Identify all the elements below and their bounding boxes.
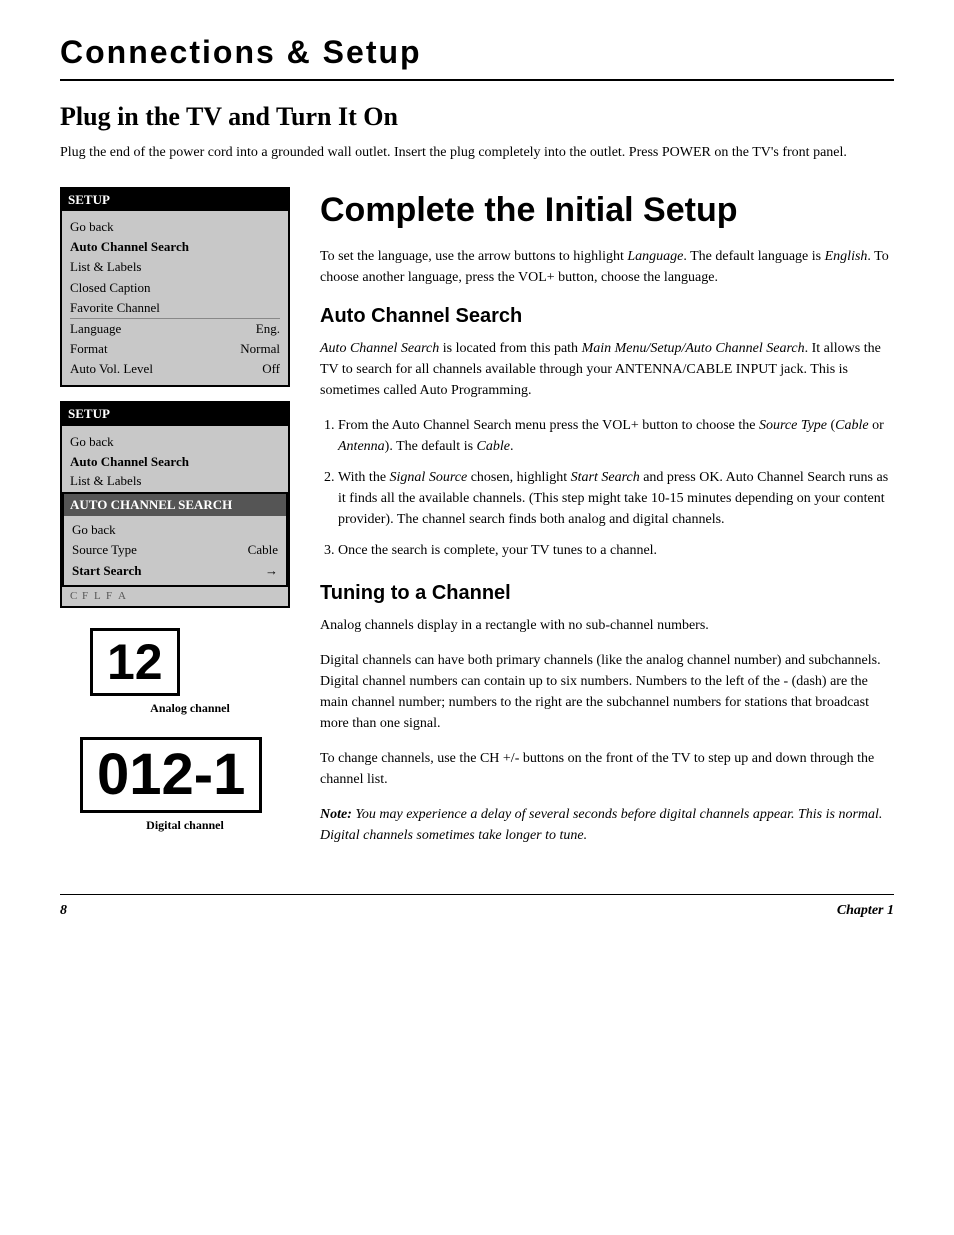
tuning-title: Tuning to a Channel bbox=[320, 579, 894, 607]
main-layout: SETUP Go back Auto Channel Search List &… bbox=[60, 187, 894, 854]
step-3: Once the search is complete, your TV tun… bbox=[338, 540, 894, 561]
menu2-clipped-items: C F L F A bbox=[62, 587, 288, 606]
submenu-title: AUTO CHANNEL SEARCH bbox=[64, 494, 286, 516]
analog-channel-label: Analog channel bbox=[90, 700, 290, 717]
plug-section-title: Plug in the TV and Turn It On bbox=[60, 99, 894, 135]
complete-setup-intro: To set the language, use the arrow butto… bbox=[320, 246, 894, 288]
digital-channel-label: Digital channel bbox=[80, 817, 290, 834]
auto-channel-steps: From the Auto Channel Search menu press … bbox=[338, 415, 894, 561]
tuning-para2: Digital channels can have both primary c… bbox=[320, 650, 894, 734]
digital-channel-box: 012-1 bbox=[80, 737, 262, 813]
auto-channel-search-title: Auto Channel Search bbox=[320, 302, 894, 330]
menu1-item-format: FormatNormal bbox=[70, 339, 280, 359]
right-column: Complete the Initial Setup To set the la… bbox=[320, 187, 894, 854]
tuning-para3: To change channels, use the CH +/- butto… bbox=[320, 748, 894, 790]
setup-menu-1-body: Go back Auto Channel Search List & Label… bbox=[62, 211, 288, 386]
setup-menu-1-title: SETUP bbox=[62, 189, 288, 211]
analog-channel-display: 12 Analog channel bbox=[90, 628, 290, 717]
submenu-startsearch: Start Search→ bbox=[72, 561, 278, 581]
tuning-note: Note: You may experience a delay of seve… bbox=[320, 804, 894, 846]
analog-channel-box: 12 bbox=[90, 628, 180, 696]
step-1: From the Auto Channel Search menu press … bbox=[338, 415, 894, 457]
complete-setup-title: Complete the Initial Setup bbox=[320, 187, 894, 235]
setup-menu-2-body: Go back Auto Channel Search List & Label… bbox=[62, 426, 288, 494]
digital-channel-display: 012-1 Digital channel bbox=[80, 737, 290, 834]
menu1-item-fav: Favorite Channel bbox=[70, 298, 280, 318]
submenu-sourcetype: Source TypeCable bbox=[72, 540, 278, 560]
footer-chapter: Chapter 1 bbox=[837, 901, 894, 921]
footer-page-number: 8 bbox=[60, 901, 67, 921]
setup-menu-2: SETUP Go back Auto Channel Search List &… bbox=[60, 401, 290, 608]
menu1-item-autosearch: Auto Channel Search bbox=[70, 237, 280, 257]
menu2-item-listlabels-partial: List & Labels bbox=[70, 472, 280, 488]
page-footer: 8 Chapter 1 bbox=[60, 894, 894, 921]
menu1-item-language: LanguageEng. bbox=[70, 318, 280, 339]
plug-section-body: Plug the end of the power cord into a gr… bbox=[60, 143, 894, 163]
submenu-overlay: AUTO CHANNEL SEARCH Go back Source TypeC… bbox=[62, 492, 288, 587]
menu1-item-autovol: Auto Vol. LevelOff bbox=[70, 359, 280, 379]
setup-menu-2-area: SETUP Go back Auto Channel Search List &… bbox=[60, 401, 290, 608]
menu2-item-autosearch: Auto Channel Search bbox=[70, 452, 280, 472]
tuning-para1: Analog channels display in a rectangle w… bbox=[320, 615, 894, 636]
setup-menu-1: SETUP Go back Auto Channel Search List &… bbox=[60, 187, 290, 388]
menu1-item-goback: Go back bbox=[70, 217, 280, 237]
auto-channel-search-intro: Auto Channel Search is located from this… bbox=[320, 338, 894, 401]
menu1-item-listlabels: List & Labels bbox=[70, 257, 280, 277]
left-column: SETUP Go back Auto Channel Search List &… bbox=[60, 187, 290, 854]
page-header: Connections & Setup bbox=[60, 30, 894, 81]
menu1-item-cc: Closed Caption bbox=[70, 278, 280, 298]
page-title: Connections & Setup bbox=[60, 30, 894, 75]
submenu-body: Go back Source TypeCable Start Search→ bbox=[64, 516, 286, 585]
submenu-goback: Go back bbox=[72, 520, 278, 540]
menu2-item-goback: Go back bbox=[70, 432, 280, 452]
step-2: With the Signal Source chosen, highlight… bbox=[338, 467, 894, 530]
setup-menu-2-title: SETUP bbox=[62, 403, 288, 425]
